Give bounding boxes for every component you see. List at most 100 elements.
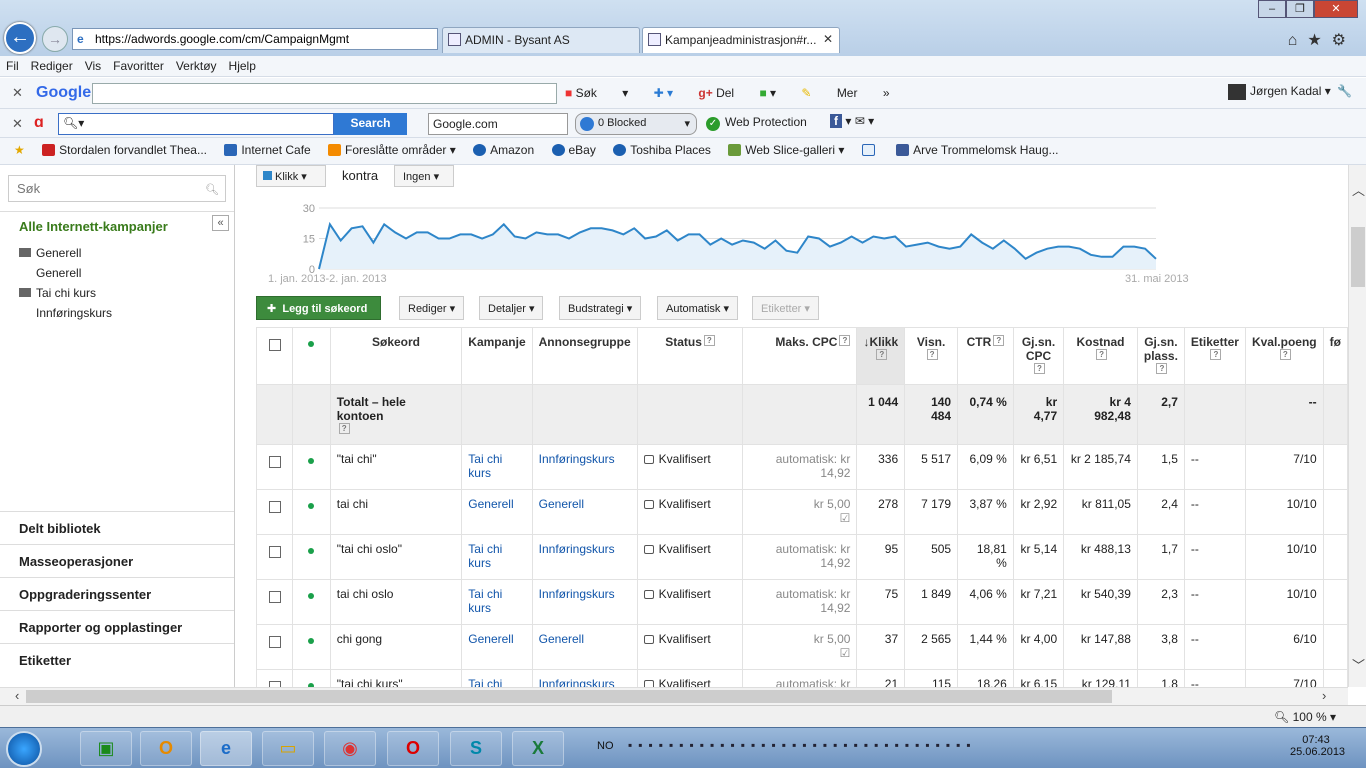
campaign-link[interactable]: Generell <box>461 489 533 535</box>
clock[interactable]: 07:43 25.06.2013 <box>1290 734 1345 758</box>
home-icon[interactable]: ⌂ <box>1288 32 1308 49</box>
add-keyword-button[interactable]: ✚ Legg til søkeord <box>256 296 381 320</box>
tab-kampanjeadministrasjon[interactable]: Kampanjeadministrasjon#r... ✕ <box>642 27 840 53</box>
row-checkbox[interactable] <box>255 534 294 580</box>
row-checkbox[interactable] <box>255 579 294 625</box>
back-button[interactable]: ← <box>4 22 36 54</box>
col-status[interactable]: Status? <box>636 327 744 385</box>
menu-favoritter[interactable]: Favoritter <box>107 56 170 73</box>
status-cell[interactable]: Kvalifisert <box>636 579 744 625</box>
max-cpc-cell[interactable]: automatisk: kr 14,92 <box>742 444 858 490</box>
close-window-icon[interactable]: ✕ <box>1314 0 1358 18</box>
details-button[interactable]: Detaljer ▾ <box>479 296 544 320</box>
col-quality[interactable]: Kval.poeng? <box>1244 327 1324 385</box>
restore-icon[interactable]: ❐ <box>1286 0 1314 18</box>
status-cell[interactable]: Kvalifisert <box>636 624 744 670</box>
col-ctr[interactable]: CTR? <box>957 327 1014 385</box>
adgroup-link[interactable]: Innføringskurs <box>531 444 638 490</box>
status-cell[interactable]: Kvalifisert <box>636 534 744 580</box>
col-labels[interactable]: Etiketter? <box>1183 327 1246 385</box>
col-adgroup[interactable]: Annonsegruppe <box>531 327 638 385</box>
keyword-text[interactable]: tai chi <box>329 489 463 535</box>
max-cpc-cell[interactable]: kr 5,00 ☑ <box>742 489 858 535</box>
edit-bid-icon[interactable]: ☑ <box>840 646 851 660</box>
campaign-link[interactable]: Generell <box>461 624 533 670</box>
sidebar-search-input[interactable]: Søk 🔍︎ <box>8 175 226 202</box>
col-cost[interactable]: Kostnad? <box>1063 327 1138 385</box>
adgroup-link[interactable]: Innføringskurs <box>531 534 638 580</box>
metric-select[interactable]: Klikk ▾ <box>256 165 326 187</box>
explorer-folder-icon[interactable]: ▭ <box>262 731 314 766</box>
menu-fil[interactable]: Fil <box>0 56 25 73</box>
favorites-star-icon[interactable]: ★ <box>14 143 25 157</box>
favorite-link[interactable]: Foreslåtte områder ▾ <box>328 143 456 157</box>
max-cpc-cell[interactable]: automatisk: kr 14,92 <box>742 669 858 687</box>
tab-close-icon[interactable]: ✕ <box>823 32 833 46</box>
menu-vis[interactable]: Vis <box>79 56 107 73</box>
minimize-icon[interactable]: – <box>1258 0 1286 18</box>
select-all-checkbox[interactable] <box>255 327 294 385</box>
col-impressions[interactable]: Visn.? <box>904 327 959 385</box>
favorites-star-icon[interactable]: ★ <box>1307 32 1331 49</box>
blocked-counter[interactable]: 0 Blocked ▾ <box>575 113 697 135</box>
skype-icon[interactable]: S <box>450 731 502 766</box>
status-cell[interactable]: Kvalifisert <box>636 444 744 490</box>
scroll-right-icon[interactable]: › <box>1322 688 1326 703</box>
adgroup-link[interactable]: Innføringskurs <box>531 579 638 625</box>
tab-admin-bysant[interactable]: ADMIN - Bysant AS <box>442 27 640 53</box>
menu-verktoy[interactable]: Verktøy <box>170 56 223 73</box>
adgroup-link[interactable]: Generell <box>531 624 638 670</box>
user-account[interactable]: Jørgen Kadal ▾ 🔧 <box>1228 84 1352 100</box>
adgroup-link[interactable]: Generell <box>531 489 638 535</box>
labels-button[interactable]: Etiketter ▾ <box>752 296 819 320</box>
campaign-generell[interactable]: Generell <box>19 246 81 260</box>
adgroup-link[interactable]: Innføringskurs <box>531 669 638 687</box>
start-button[interactable] <box>6 731 42 767</box>
favorite-link[interactable]: Internet Cafe <box>224 143 311 157</box>
close-toolbar-icon[interactable]: ✕ <box>12 85 23 101</box>
menu-rediger[interactable]: Rediger <box>25 56 79 73</box>
favorite-link[interactable]: Stordalen forvandlet Thea... <box>42 143 207 157</box>
status-cell[interactable]: Kvalifisert <box>636 669 744 687</box>
nav-etiketter[interactable]: Etiketter <box>0 643 234 676</box>
web-protection[interactable]: ✓ Web Protection <box>706 115 807 131</box>
max-cpc-cell[interactable]: automatisk: kr 14,92 <box>742 579 858 625</box>
scroll-up-icon[interactable]: ︿ <box>1352 180 1365 199</box>
edit-bid-icon[interactable]: ☑ <box>840 511 851 525</box>
status-cell[interactable]: Kvalifisert <box>636 489 744 535</box>
keyword-text[interactable]: "tai chi oslo" <box>329 534 463 580</box>
wrench-icon[interactable]: 🔧 <box>1337 84 1352 98</box>
nav-masseoperasjoner[interactable]: Masseoperasjoner <box>0 544 234 577</box>
google-search-input[interactable] <box>92 83 557 104</box>
menu-hjelp[interactable]: Hjelp <box>223 56 262 73</box>
chrome-icon[interactable]: ◉ <box>324 731 376 766</box>
col-keyword[interactable]: Søkeord <box>329 327 463 385</box>
col-avg-cpc[interactable]: Gj.sn. CPC? <box>1012 327 1065 385</box>
col-extra[interactable]: fø <box>1322 327 1348 385</box>
language-indicator[interactable]: NO <box>597 740 614 752</box>
taskbar-app-icon[interactable]: ▣ <box>80 731 132 766</box>
avira-search-button[interactable]: Search <box>334 113 407 135</box>
all-campaigns-link[interactable]: Alle Internett-kampanjer <box>19 219 168 234</box>
forward-button[interactable]: → <box>42 26 68 52</box>
excel-icon[interactable]: X <box>512 731 564 766</box>
google-search-button[interactable]: ■ Søk ▾ <box>565 86 628 100</box>
campaign-link[interactable]: Tai chi kurs <box>461 444 533 490</box>
favorite-link[interactable]: eBay <box>551 143 596 157</box>
keyword-text[interactable]: chi gong <box>329 624 463 670</box>
nav-rapporter[interactable]: Rapporter og opplastinger <box>0 610 234 643</box>
keyword-text[interactable]: "tai chi" <box>329 444 463 490</box>
outlook-icon[interactable]: O <box>140 731 192 766</box>
vertical-scrollbar[interactable]: ︿ ﹀ <box>1348 165 1366 687</box>
nav-delt-bibliotek[interactable]: Delt bibliotek <box>0 511 234 544</box>
opera-icon[interactable]: O <box>387 731 439 766</box>
scroll-thumb[interactable] <box>1351 227 1365 287</box>
row-checkbox[interactable] <box>255 624 294 670</box>
edit-button[interactable]: Rediger ▾ <box>399 296 465 320</box>
favorite-link[interactable]: Toshiba Places <box>613 143 711 157</box>
compare-select[interactable]: Ingen ▾ <box>394 165 454 187</box>
favorite-link[interactable]: Arve Trommelomsk Haug... <box>896 143 1059 157</box>
more-button[interactable]: ✎ Mer » <box>801 86 889 100</box>
row-checkbox[interactable] <box>255 444 294 490</box>
tools-gear-icon[interactable]: ⚙ <box>1332 32 1356 49</box>
